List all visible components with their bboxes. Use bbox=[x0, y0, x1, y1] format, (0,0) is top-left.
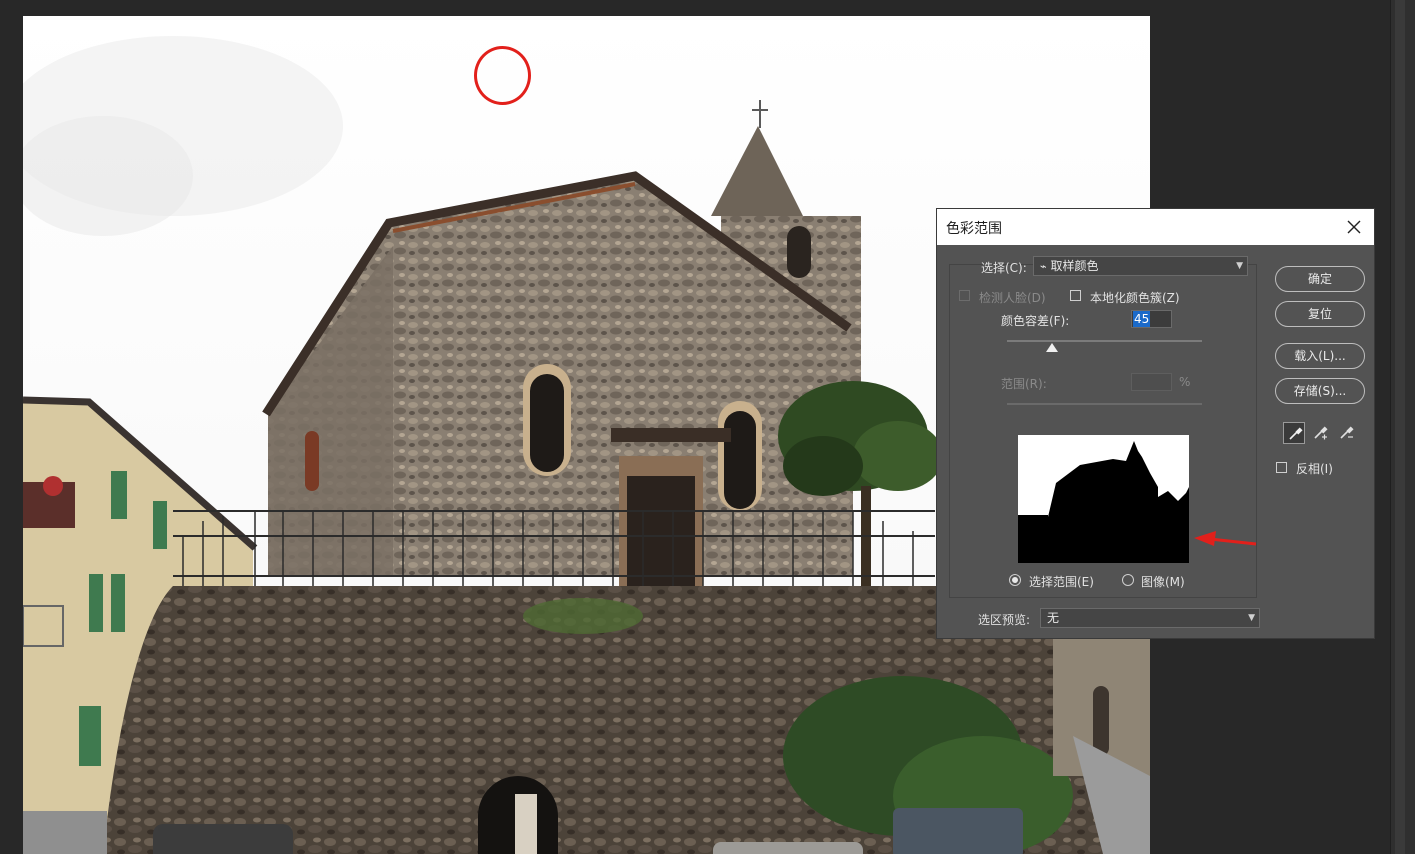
select-dropdown[interactable]: ⌁ 取样颜色 ▼ bbox=[1033, 256, 1248, 276]
fuzziness-value: 45 bbox=[1133, 311, 1151, 327]
range-label: 范围(R): bbox=[1001, 377, 1047, 391]
right-panel-strip bbox=[1390, 0, 1415, 854]
selection-preview-label: 选区预览: bbox=[978, 613, 1031, 627]
chevron-down-icon: ▼ bbox=[1236, 261, 1243, 271]
chevron-down-icon: ▼ bbox=[1248, 613, 1255, 623]
range-unit: % bbox=[1179, 375, 1191, 389]
fuzziness-input[interactable]: 45 bbox=[1131, 310, 1172, 328]
close-button[interactable] bbox=[1342, 215, 1366, 239]
color-range-dialog: 色彩范围 选择(C): ⌁ 取样颜色 ▼ 检测人脸(D) 本地化颜色簇(Z) 颜… bbox=[936, 208, 1375, 639]
detect-faces-checkbox[interactable] bbox=[959, 290, 970, 301]
fuzziness-slider-thumb[interactable] bbox=[1045, 343, 1058, 352]
fuzziness-label: 颜色容差(F): bbox=[1001, 314, 1070, 328]
eyedropper-minus-icon bbox=[1340, 426, 1354, 439]
dialog-title: 色彩范围 bbox=[946, 221, 1002, 237]
range-slider[interactable] bbox=[1007, 403, 1202, 405]
range-input[interactable] bbox=[1131, 373, 1172, 391]
eyedropper-plus-icon bbox=[1314, 426, 1328, 440]
eyedropper-subtract-tool[interactable] bbox=[1335, 422, 1357, 444]
ok-button[interactable]: 确定 bbox=[1275, 266, 1365, 292]
radio-selection[interactable] bbox=[1009, 574, 1021, 586]
localized-clusters-checkbox[interactable] bbox=[1070, 290, 1081, 301]
fuzziness-slider[interactable] bbox=[1007, 340, 1202, 342]
localized-clusters-label: 本地化颜色簇(Z) bbox=[1090, 291, 1180, 305]
radio-image[interactable] bbox=[1122, 574, 1134, 586]
annotation-arrow bbox=[1194, 531, 1257, 546]
invert-checkbox[interactable] bbox=[1276, 462, 1287, 473]
scrollbar[interactable] bbox=[1395, 0, 1405, 854]
save-button[interactable]: 存储(S)... bbox=[1275, 378, 1365, 404]
dialog-titlebar[interactable]: 色彩范围 bbox=[937, 209, 1374, 245]
invert-label: 反相(I) bbox=[1296, 462, 1333, 476]
selection-mask-image bbox=[1018, 435, 1189, 563]
eyedropper-icon bbox=[1289, 427, 1303, 440]
selection-preview bbox=[1018, 435, 1189, 563]
close-icon bbox=[1347, 220, 1361, 234]
eyedropper-small-icon: ⌁ bbox=[1040, 260, 1047, 273]
selection-preview-value: 无 bbox=[1047, 611, 1060, 625]
select-label: 选择(C): bbox=[981, 261, 1027, 275]
reset-button[interactable]: 复位 bbox=[1275, 301, 1365, 327]
radio-selection-label: 选择范围(E) bbox=[1029, 575, 1094, 589]
eyedropper-add-tool[interactable] bbox=[1309, 422, 1331, 444]
select-value: 取样颜色 bbox=[1050, 259, 1099, 273]
eyedropper-tool[interactable] bbox=[1283, 422, 1305, 444]
load-button[interactable]: 载入(L)... bbox=[1275, 343, 1365, 369]
radio-image-label: 图像(M) bbox=[1141, 575, 1185, 589]
selection-preview-dropdown[interactable]: 无 ▼ bbox=[1040, 608, 1260, 628]
detect-faces-label: 检测人脸(D) bbox=[979, 291, 1046, 305]
annotation-circle bbox=[474, 46, 531, 105]
